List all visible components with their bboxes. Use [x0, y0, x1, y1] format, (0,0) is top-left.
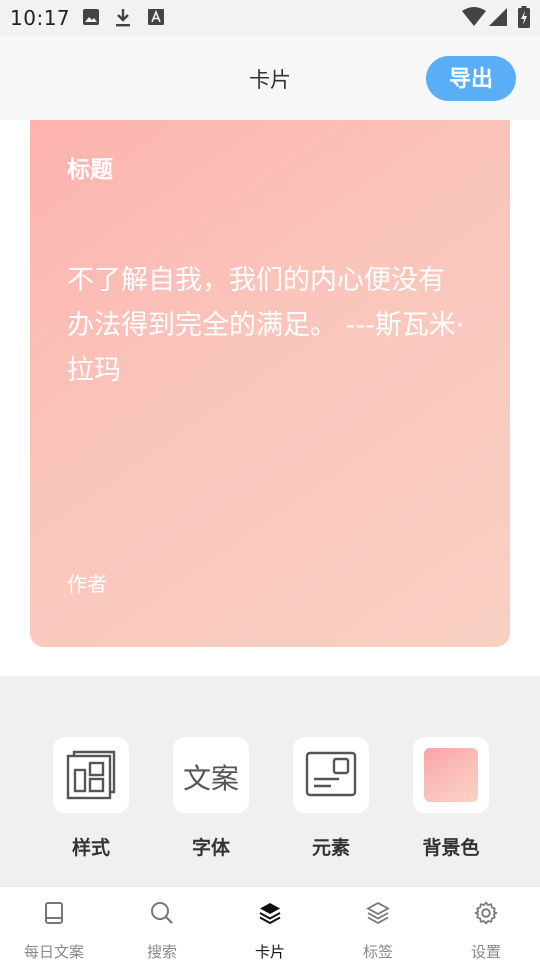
card-tools-panel: 样式 文案 字体 元素 背景色 [0, 676, 540, 886]
card-title[interactable]: 标题 [67, 150, 113, 184]
card-preview-area: 标题 不了解自我，我们的内心便没有办法得到完全的满足。 ---斯瓦米·拉玛 作者 [0, 120, 540, 676]
tool-style[interactable]: 样式 [53, 737, 129, 860]
tool-label: 样式 [71, 837, 110, 859]
status-bar: 10:17 [0, 0, 540, 36]
app-bar: 卡片 导出 [0, 36, 540, 120]
layout-style-icon [66, 750, 116, 804]
tool-background-color[interactable]: 背景色 [413, 737, 489, 860]
book-icon [42, 901, 66, 925]
nav-item-card[interactable]: 卡片 [216, 887, 324, 960]
search-icon [150, 901, 174, 925]
element-tool-box[interactable] [293, 737, 369, 813]
tool-label: 元素 [311, 837, 350, 859]
tool-font[interactable]: 文案 字体 [173, 737, 249, 860]
font-tool-box[interactable]: 文案 [173, 737, 249, 813]
nav-item-search[interactable]: 搜索 [108, 887, 216, 960]
nav-label: 搜索 [146, 943, 177, 960]
nav-label: 标签 [362, 943, 393, 960]
color-swatch-icon [424, 748, 478, 802]
tool-label: 背景色 [422, 837, 480, 859]
style-tool-box[interactable] [53, 737, 129, 813]
text-a-icon [148, 8, 164, 26]
layers-outline-icon [366, 901, 390, 925]
quote-card[interactable]: 标题 不了解自我，我们的内心便没有办法得到完全的满足。 ---斯瓦米·拉玛 作者 [30, 120, 510, 647]
tool-element[interactable]: 元素 [293, 737, 369, 860]
layers-icon [258, 901, 282, 925]
download-icon [114, 8, 132, 28]
nav-item-tags[interactable]: 标签 [324, 887, 432, 960]
nav-label: 设置 [470, 943, 501, 960]
status-time: 10:17 [10, 6, 71, 30]
card-author[interactable]: 作者 [67, 568, 107, 597]
wifi-icon [462, 7, 486, 27]
gear-icon [474, 901, 498, 925]
battery-charging-icon [518, 6, 530, 28]
nav-label: 卡片 [254, 943, 285, 960]
tool-label: 字体 [191, 837, 230, 859]
nav-label: 每日文案 [23, 943, 84, 960]
nav-item-settings[interactable]: 设置 [432, 887, 540, 960]
card-quote[interactable]: 不了解自我，我们的内心便没有办法得到完全的满足。 ---斯瓦米·拉玛 [67, 258, 467, 393]
signal-icon [488, 7, 508, 27]
element-card-icon [305, 751, 357, 801]
nav-item-daily-copy[interactable]: 每日文案 [0, 887, 108, 960]
export-button[interactable]: 导出 [426, 56, 516, 101]
bottom-nav: 每日文案 搜索 卡片 标签 设置 [0, 886, 540, 960]
font-sample-text: 文案 [182, 762, 239, 795]
image-icon [82, 8, 100, 26]
background-color-tool-box[interactable] [413, 737, 489, 813]
